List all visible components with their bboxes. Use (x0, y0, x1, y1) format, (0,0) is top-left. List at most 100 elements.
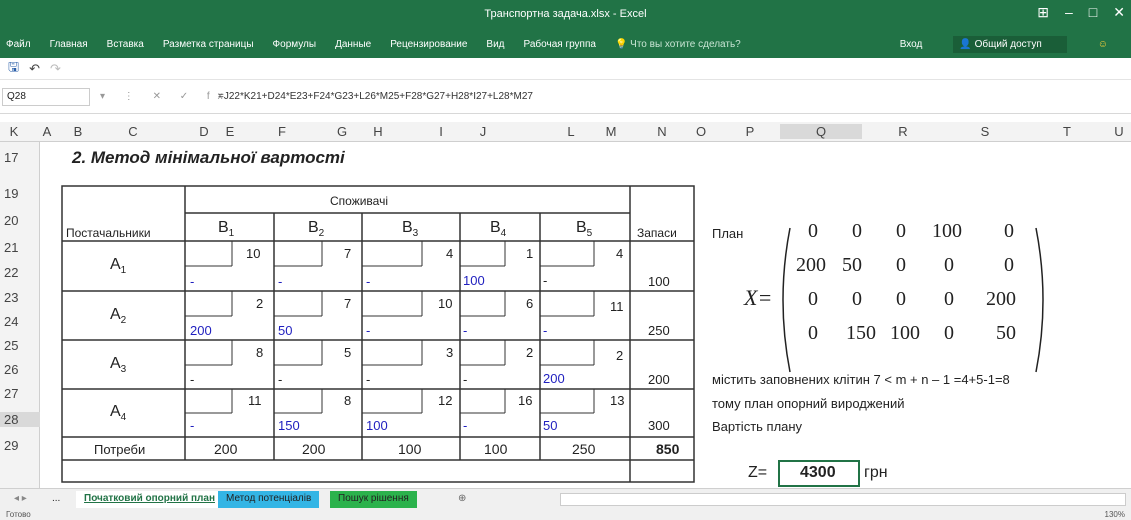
matrix-cell: 200 (986, 288, 1016, 310)
tab-scroll-icon[interactable]: ◂ ▸ (6, 491, 35, 508)
tab-ellipsis[interactable]: ... (44, 491, 68, 508)
stock-value[interactable]: 200 (648, 372, 670, 387)
suppliers-header: Постачальники (66, 226, 151, 240)
tab-initial-plan[interactable]: Початковий опорний план (76, 491, 223, 508)
cost-cell[interactable]: 3 (446, 345, 453, 360)
degeneracy-note: містить заповнених клітин 7 < m + n – 1 … (712, 372, 1010, 387)
cost-cell[interactable]: 8 (344, 393, 351, 408)
matrix-cell: 0 (896, 288, 906, 310)
cost-cell[interactable]: 12 (438, 393, 452, 408)
alloc-cell[interactable]: - (463, 418, 467, 433)
matrix-cell: 0 (808, 288, 818, 310)
plan-label: План (712, 226, 744, 241)
alloc-cell[interactable]: - (543, 323, 547, 338)
matrix-cell: 200 (796, 254, 826, 276)
cost-cell[interactable]: 8 (256, 345, 263, 360)
alloc-cell[interactable]: 200 (190, 323, 212, 338)
cost-cell[interactable]: 11 (610, 299, 624, 314)
demand-value[interactable]: 200 (302, 441, 325, 457)
demand-value[interactable]: 100 (484, 441, 507, 457)
demand-value[interactable]: 250 (572, 441, 595, 457)
alloc-cell[interactable]: - (190, 372, 194, 387)
cost-cell[interactable]: 5 (344, 345, 351, 360)
stock-value[interactable]: 300 (648, 418, 670, 433)
cost-cell[interactable]: 11 (248, 393, 262, 408)
matrix-cell: 50 (996, 322, 1016, 344)
alloc-cell[interactable]: 50 (278, 323, 292, 338)
alloc-cell[interactable]: 100 (366, 418, 388, 433)
b-header: B3 (402, 219, 419, 240)
matrix-cell: 0 (852, 288, 862, 310)
matrix-cell: 50 (842, 254, 862, 276)
cost-cell[interactable]: 2 (256, 296, 263, 311)
alloc-cell[interactable]: - (190, 418, 194, 433)
cost-label: Вартість плану (712, 419, 803, 434)
tab-potentials[interactable]: Метод потенціалів (218, 491, 320, 508)
alloc-cell[interactable]: 100 (463, 273, 485, 288)
demand-value[interactable]: 100 (398, 441, 421, 457)
alloc-cell[interactable]: - (366, 274, 370, 289)
cost-cell[interactable]: 1 (526, 246, 533, 261)
cost-cell[interactable]: 10 (246, 246, 260, 261)
matrix-cell: 0 (896, 220, 906, 242)
tab-solver[interactable]: Пошук рішення (330, 491, 417, 508)
sheet-tabs: ◂ ▸ ... Початковий опорний план Метод по… (0, 488, 1131, 510)
alloc-cell[interactable]: - (366, 372, 370, 387)
alloc-cell[interactable]: - (366, 323, 370, 338)
matrix-cell: 0 (808, 322, 818, 344)
add-sheet-icon[interactable]: ⊕ (450, 491, 474, 508)
alloc-cell[interactable]: - (463, 323, 467, 338)
grid-lines (61, 185, 1044, 487)
status-bar: Готово 130% (0, 510, 1131, 520)
status-ready: Готово (6, 510, 31, 519)
b-header: B1 (218, 219, 235, 240)
demand-value[interactable]: 200 (214, 441, 237, 457)
alloc-cell[interactable]: 50 (543, 418, 557, 433)
b-header: B5 (576, 219, 593, 240)
cost-cell[interactable]: 7 (344, 296, 351, 311)
cost-cell[interactable]: 16 (518, 393, 532, 408)
matrix-cell: 100 (932, 220, 962, 242)
matrix-cell: 100 (890, 322, 920, 344)
matrix-cell: 0 (1004, 254, 1014, 276)
plan-type-note: тому план опорний вироджений (712, 396, 905, 411)
b-header: B2 (308, 219, 325, 240)
horizontal-scrollbar[interactable] (560, 493, 1126, 506)
stock-value[interactable]: 100 (648, 274, 670, 289)
b-header: B4 (490, 219, 507, 240)
stocks-header: Запаси (637, 226, 677, 240)
a-label: A4 (110, 403, 127, 424)
matrix-cell: 0 (896, 254, 906, 276)
alloc-cell[interactable]: - (278, 372, 282, 387)
cost-cell[interactable]: 13 (610, 393, 624, 408)
consumers-header: Споживачі (330, 194, 389, 208)
cost-cell[interactable]: 4 (616, 246, 623, 261)
z-unit: грн (864, 464, 888, 481)
cost-cell[interactable]: 7 (344, 246, 351, 261)
cost-cell[interactable]: 6 (526, 296, 533, 311)
z-label: Z= (748, 464, 768, 481)
cost-cell[interactable]: 10 (438, 296, 452, 311)
alloc-cell[interactable]: 150 (278, 418, 300, 433)
alloc-cell[interactable]: 200 (543, 371, 565, 386)
cost-cell[interactable]: 2 (526, 345, 533, 360)
demand-label: Потреби (94, 442, 146, 457)
z-value[interactable]: 4300 (800, 464, 836, 482)
zoom-level[interactable]: 130% (1105, 510, 1125, 519)
a-label: A3 (110, 355, 127, 376)
matrix-cell: 0 (944, 288, 954, 310)
cost-cell[interactable]: 2 (616, 348, 623, 363)
alloc-cell[interactable]: - (278, 274, 282, 289)
matrix-cell: 150 (846, 322, 876, 344)
total-value[interactable]: 850 (656, 441, 679, 457)
a-label: A2 (110, 306, 127, 327)
matrix-cell: 0 (852, 220, 862, 242)
alloc-cell[interactable]: - (190, 274, 194, 289)
stock-value[interactable]: 250 (648, 323, 670, 338)
alloc-cell[interactable]: - (543, 273, 547, 288)
matrix-cell: 0 (944, 254, 954, 276)
cost-cell[interactable]: 4 (446, 246, 453, 261)
matrix-cell: 0 (944, 322, 954, 344)
matrix-cell: 0 (808, 220, 818, 242)
alloc-cell[interactable]: - (463, 372, 467, 387)
